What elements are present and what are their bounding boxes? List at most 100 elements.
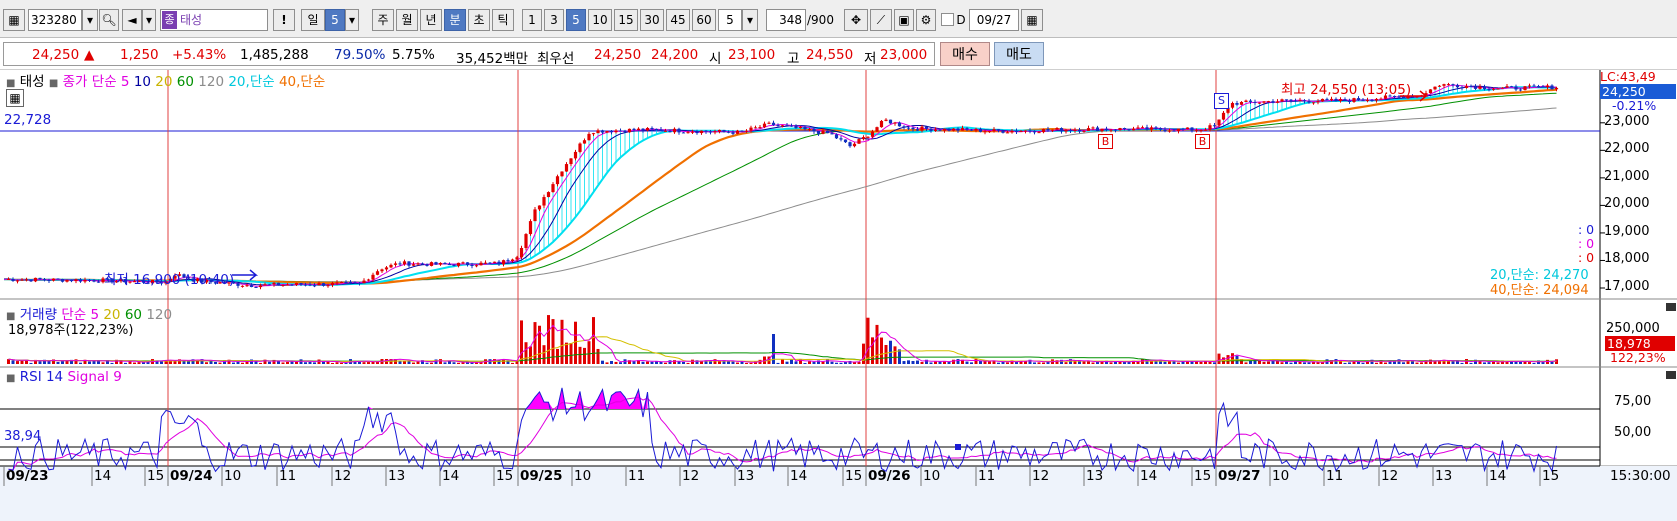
candle-body xyxy=(582,140,587,144)
menu-icon[interactable]: ▦ xyxy=(3,9,25,31)
buy-button[interactable]: 매수 xyxy=(940,42,990,66)
volume-bar xyxy=(934,361,937,364)
period-day-button[interactable]: 일 xyxy=(301,9,325,31)
count-total: /900 xyxy=(807,13,834,27)
candle-body xyxy=(1365,100,1370,102)
warning-button[interactable]: ! xyxy=(273,9,295,31)
sell-button[interactable]: 매도 xyxy=(994,42,1044,66)
candle-body xyxy=(1253,101,1257,103)
volume-bar xyxy=(1402,362,1405,364)
stock-code-input[interactable]: 323280 xyxy=(28,9,82,31)
draw-line-icon[interactable]: ⟋ xyxy=(870,9,892,31)
period-tick-button[interactable]: 틱 xyxy=(492,9,514,31)
volume-bar xyxy=(1136,361,1140,364)
candle-body xyxy=(420,263,425,265)
time-axis-label: 15 xyxy=(845,468,863,484)
minute-30-button[interactable]: 30 xyxy=(640,9,664,31)
side-zero-1: : 0 xyxy=(1578,222,1595,237)
candle-body xyxy=(735,130,740,134)
candle-body xyxy=(245,285,249,287)
save-icon[interactable]: ▣ xyxy=(894,9,914,31)
chevron-down-icon[interactable]: ▾ xyxy=(345,9,359,31)
chart-area[interactable]: ■ 태성 ■ 종가 단순 5 10 20 60 120 20,단순 40,단순 … xyxy=(0,69,1677,521)
date-checkbox[interactable] xyxy=(941,13,954,26)
date-label: D xyxy=(956,13,966,27)
minute-60-button[interactable]: 60 xyxy=(692,9,716,31)
minute-45-button[interactable]: 45 xyxy=(666,9,690,31)
candle-body xyxy=(708,131,713,133)
candle-body xyxy=(749,127,753,131)
candle-body xyxy=(402,261,407,265)
date-input[interactable]: 09/27 xyxy=(969,9,1019,31)
period-second-button[interactable]: 초 xyxy=(468,9,490,31)
volume-bar xyxy=(313,362,316,364)
candle-body xyxy=(609,131,614,133)
rsi-axis-75: 75,00 xyxy=(1614,394,1652,409)
interval-select[interactable]: 5 xyxy=(718,9,742,31)
volume-tag-pct: 122,23% xyxy=(1610,350,1666,365)
volume-bar xyxy=(259,362,262,364)
rsi-title[interactable]: RSI 14 xyxy=(20,369,63,385)
candle-body xyxy=(1545,85,1550,88)
legend-ma120: 120 xyxy=(198,74,225,90)
period-minute-button[interactable]: 분 xyxy=(444,9,466,31)
count-input[interactable]: 348 xyxy=(766,9,806,31)
chevron-down-icon[interactable]: ▾ xyxy=(82,9,98,31)
candle-body xyxy=(1446,84,1451,86)
candle-body xyxy=(1221,112,1226,120)
speaker-icon[interactable]: ◄ xyxy=(122,9,142,31)
time-axis-label: 10 xyxy=(1272,468,1290,484)
volume-bar xyxy=(133,362,136,364)
time-axis-label: 12 xyxy=(1032,468,1050,484)
legend-title[interactable]: 태성 xyxy=(20,74,45,90)
sell-signal-marker[interactable]: S xyxy=(1214,93,1229,109)
volume-bar xyxy=(749,362,753,364)
volume-bar xyxy=(1267,361,1270,364)
candle-body xyxy=(510,259,515,261)
volume-bar xyxy=(1006,362,1009,364)
period-year-button[interactable]: 년 xyxy=(420,9,442,31)
minute-5-button[interactable]: 5 xyxy=(566,9,586,31)
calendar-icon[interactable]: ▦ xyxy=(1021,9,1043,31)
volume-bar xyxy=(1280,362,1284,364)
candle-body xyxy=(897,122,902,127)
candle-body xyxy=(942,128,947,131)
candle-body xyxy=(992,129,996,132)
candle-body xyxy=(1433,86,1437,90)
minute-10-button[interactable]: 10 xyxy=(588,9,612,31)
time-axis-label: 10 xyxy=(574,468,592,484)
minute-15-button[interactable]: 15 xyxy=(614,9,638,31)
stock-name-field[interactable]: 종 태성 xyxy=(160,9,268,31)
candle-body xyxy=(60,279,65,282)
search-icon[interactable]: 🔍︎ xyxy=(99,9,119,31)
chart-canvas[interactable] xyxy=(0,70,1677,521)
price-axis-label: 19,000 xyxy=(1604,223,1650,239)
period-week-button[interactable]: 주 xyxy=(372,9,394,31)
gear-icon[interactable]: ⚙︎ xyxy=(916,9,936,31)
candle-body xyxy=(1248,100,1253,102)
volume-bar xyxy=(713,359,717,364)
candle-body xyxy=(681,132,686,134)
minute-1-button[interactable]: 1 xyxy=(522,9,542,31)
period-month-button[interactable]: 월 xyxy=(396,9,418,31)
buy-signal-marker[interactable]: B xyxy=(1195,134,1210,149)
table-icon[interactable]: ▦ xyxy=(6,89,24,107)
buy-signal-marker[interactable]: B xyxy=(1098,134,1113,149)
volume-bar xyxy=(1177,362,1180,364)
crosshair-icon[interactable]: ✥ xyxy=(844,9,868,31)
price-change: 1,250 xyxy=(120,47,159,63)
period-day-count[interactable]: 5 xyxy=(325,9,345,31)
volume-bar xyxy=(416,361,420,364)
candle-body xyxy=(1370,100,1374,102)
candle-body xyxy=(1320,98,1325,102)
candle-body xyxy=(285,284,290,286)
volume-bar xyxy=(1528,362,1531,364)
candle-body xyxy=(591,133,596,135)
chevron-down-icon[interactable]: ▾ xyxy=(142,9,156,31)
minute-3-button[interactable]: 3 xyxy=(544,9,564,31)
candle-body xyxy=(857,139,861,144)
candle-body xyxy=(321,283,326,286)
chevron-down-icon[interactable]: ▾ xyxy=(742,9,758,31)
candle-body xyxy=(1163,129,1167,132)
time-axis-label: 13 xyxy=(737,468,755,484)
